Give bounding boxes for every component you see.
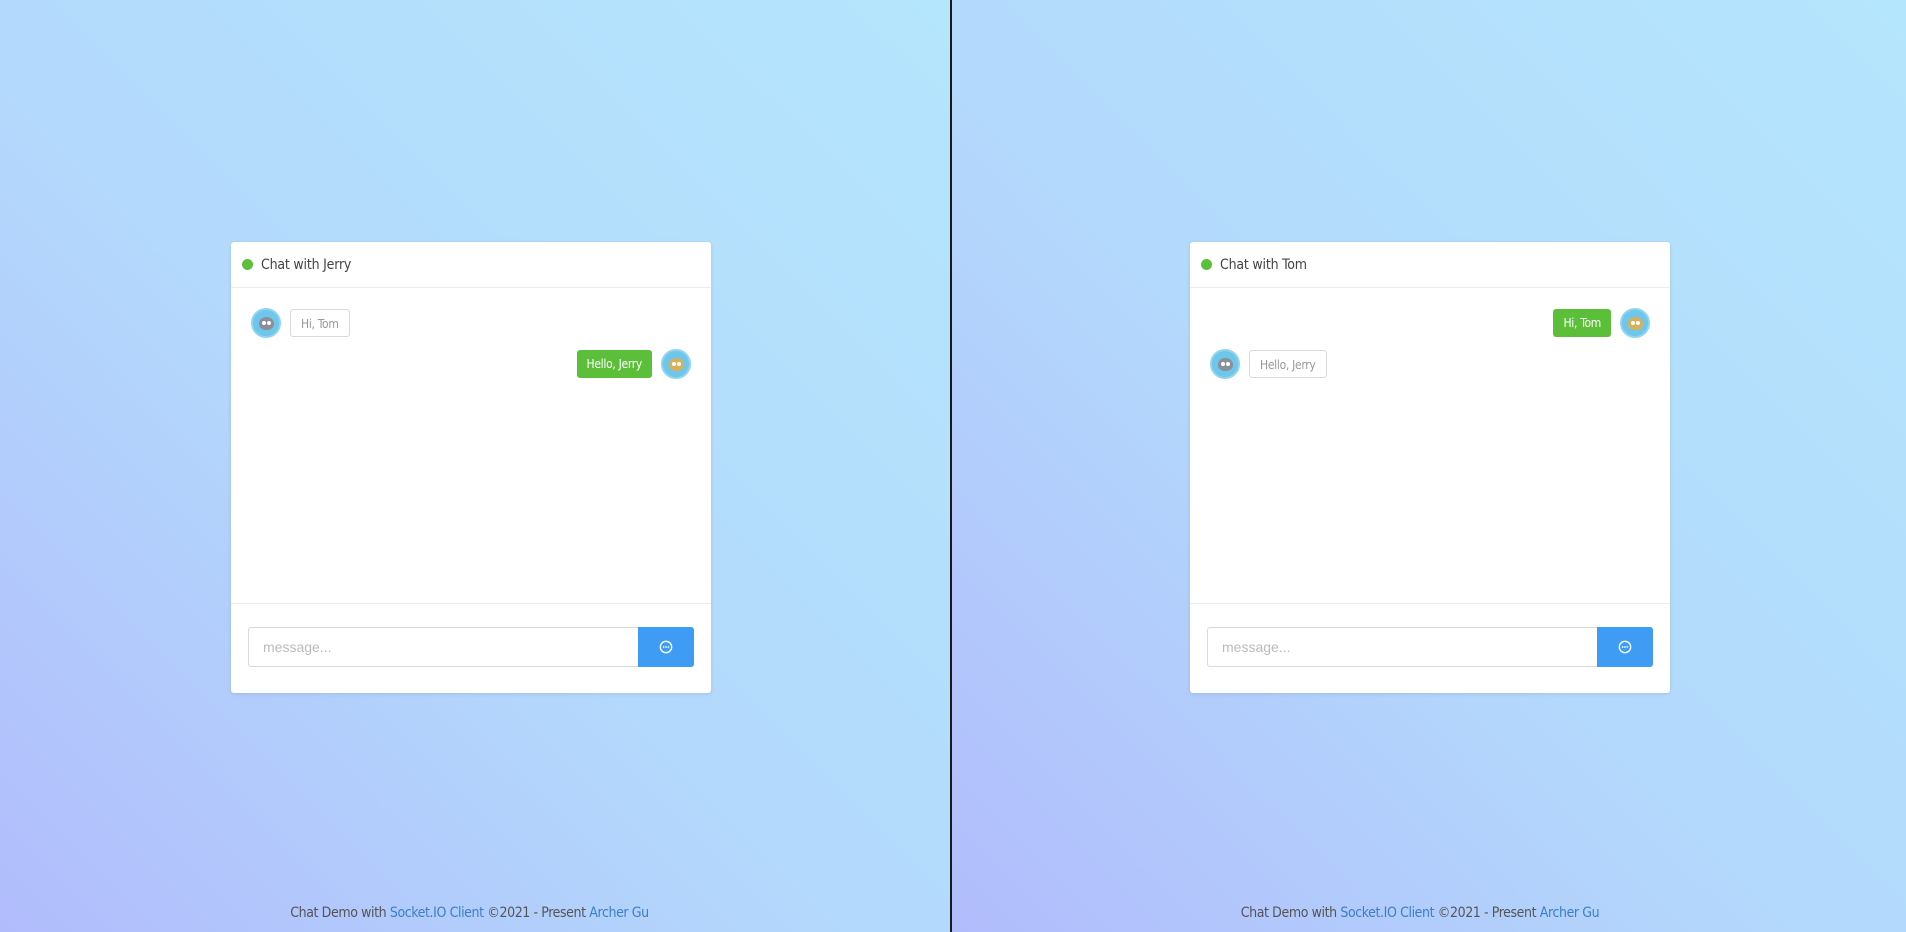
outgoing-message-bubble: Hi, Tom bbox=[1553, 309, 1611, 337]
jerry-avatar-icon bbox=[1620, 308, 1650, 338]
socketio-link[interactable]: Socket.IO Client bbox=[390, 905, 484, 921]
send-button[interactable] bbox=[638, 627, 694, 667]
footer-copyright: ©2021 - Present bbox=[487, 905, 586, 921]
socketio-link[interactable]: Socket.IO Client bbox=[1340, 905, 1434, 921]
online-status-icon bbox=[1201, 259, 1212, 270]
message-composer bbox=[1207, 627, 1653, 667]
author-link[interactable]: Archer Gu bbox=[1540, 905, 1600, 921]
split-view: Chat with Jerry Hi, Tom Hello, Jerry mes… bbox=[0, 0, 1906, 932]
right-pane: Chat with Tom Hi, Tom Hello, Jerry messa… bbox=[952, 0, 1906, 932]
chat-header: Chat with Tom bbox=[1190, 242, 1670, 288]
message-composer bbox=[248, 627, 694, 667]
chat-card: Chat with Jerry Hi, Tom Hello, Jerry bbox=[231, 242, 711, 693]
jerry-avatar-icon bbox=[661, 349, 691, 379]
footer-prefix: Chat Demo with bbox=[290, 905, 387, 921]
chat-card: Chat with Tom Hi, Tom Hello, Jerry bbox=[1190, 242, 1670, 693]
outgoing-message-bubble: Hello, Jerry bbox=[576, 350, 652, 378]
message-input[interactable] bbox=[248, 627, 638, 667]
message-row: Hi, Tom bbox=[1553, 308, 1650, 338]
footer-prefix: Chat Demo with bbox=[1240, 905, 1337, 921]
incoming-message-bubble: Hello, Jerry bbox=[1249, 350, 1327, 378]
tom-avatar-icon bbox=[1210, 349, 1240, 379]
chat-title: Chat with Tom bbox=[1220, 256, 1307, 273]
chat-bubble-icon bbox=[659, 640, 673, 654]
footer-copyright: ©2021 - Present bbox=[1437, 905, 1537, 921]
tom-avatar-icon bbox=[251, 308, 281, 338]
author-link[interactable]: Archer Gu bbox=[589, 905, 649, 921]
incoming-message-bubble: Hi, Tom bbox=[290, 309, 350, 337]
footer: Chat Demo with Socket.IO Client ©2021 - … bbox=[0, 905, 945, 921]
chat-header: Chat with Jerry bbox=[231, 242, 711, 288]
online-status-icon bbox=[242, 259, 253, 270]
footer: Chat Demo with Socket.IO Client ©2021 - … bbox=[952, 905, 1897, 921]
message-input[interactable] bbox=[1207, 627, 1597, 667]
message-list: Hi, Tom Hello, Jerry bbox=[231, 288, 711, 604]
message-row: Hello, Jerry bbox=[1210, 349, 1327, 379]
message-row: Hi, Tom bbox=[251, 308, 350, 338]
message-row: Hello, Jerry bbox=[576, 349, 691, 379]
send-button[interactable] bbox=[1597, 627, 1653, 667]
chat-title: Chat with Jerry bbox=[261, 256, 352, 273]
left-pane: Chat with Jerry Hi, Tom Hello, Jerry mes… bbox=[0, 0, 951, 932]
chat-bubble-icon bbox=[1618, 640, 1632, 654]
message-list: Hi, Tom Hello, Jerry bbox=[1190, 288, 1670, 604]
